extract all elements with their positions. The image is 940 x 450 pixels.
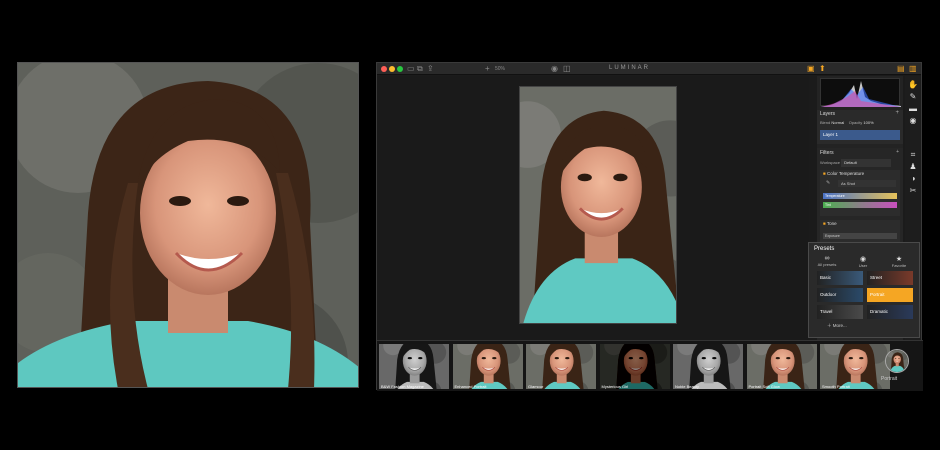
fullscreen-icon[interactable]: ▥	[909, 64, 917, 74]
preset-tile[interactable]: Outdoor	[817, 288, 863, 302]
preset-category-label: User	[858, 263, 868, 268]
presets-popover: Presets ∞ All presets ◉ User ★ Favorite Basic…	[808, 242, 920, 338]
workspace-select[interactable]: Default	[841, 159, 892, 167]
blend-row[interactable]: Blend Normal Opacity 100%	[820, 119, 900, 127]
preset-thumbnail[interactable]: Portrait Soft Glow	[746, 344, 817, 389]
color-temperature-title[interactable]: ■ Color Temperature	[823, 171, 864, 176]
brush-tool-icon[interactable]: ✎	[908, 92, 918, 102]
exposure-slider[interactable]: Exposure	[823, 233, 897, 239]
image-icon[interactable]: ▣	[807, 64, 815, 74]
copy-icon[interactable]: ⧉	[417, 64, 423, 74]
layer-row[interactable]: Layer 1	[820, 130, 900, 140]
add-filter-icon[interactable]: +	[896, 149, 899, 155]
share-icon[interactable]: ⇪	[427, 64, 434, 74]
crop-tool-icon[interactable]: ⌗	[908, 150, 918, 160]
preset-category-label: All presets	[817, 262, 837, 267]
preset-category-label: Favorite	[891, 263, 907, 268]
thumbnail-label: Glamour	[528, 384, 544, 389]
folder-icon[interactable]: ▭	[407, 64, 415, 74]
preset-thumbnail[interactable]: Noble Beauty	[673, 344, 743, 389]
preset-tile[interactable]: Travel	[817, 305, 863, 319]
infinity-icon: ∞	[824, 255, 830, 262]
luminar-window: ▭ ⧉ ⇪ + 50% ◉ ◫ LUMINAR ▣ ⬆ ▤ ▥ Layers +	[376, 62, 923, 391]
erase-tool-icon[interactable]: ◑	[908, 174, 918, 184]
user-icon: ◉	[859, 256, 867, 263]
image-canvas[interactable]	[377, 76, 809, 340]
app-title: LUMINAR	[609, 65, 651, 71]
thumbnail-label: Noble Beauty	[675, 384, 700, 389]
blend-label: Blend	[820, 120, 831, 125]
thumbnail-label: Mysterious Girl	[601, 384, 629, 389]
thumbnail-label: Portrait Soft Glow	[748, 384, 780, 389]
title-bar: ▭ ⧉ ⇪ + 50% ◉ ◫ LUMINAR ▣ ⬆ ▤ ▥	[377, 63, 921, 75]
before-photo	[17, 62, 359, 388]
maximize-button[interactable]	[397, 66, 403, 72]
temperature-slider[interactable]: Temperature	[823, 193, 897, 199]
presets-filmstrip: B&W Fashion Magazine Enhanced Portrait Gla…	[377, 340, 923, 391]
preset-category-1[interactable]: ◉ User	[849, 255, 877, 268]
color-temperature-filter: ■ Color Temperature ✎ As Shot Temperatur…	[820, 170, 900, 216]
export-icon[interactable]: ⬆	[819, 64, 826, 74]
preset-thumbnail[interactable]: Mysterious Girl	[599, 344, 670, 389]
radial-tool-icon[interactable]: ◉	[908, 116, 918, 126]
portrait-category-avatar[interactable]	[885, 349, 909, 373]
eye-icon[interactable]: ◉	[551, 64, 558, 74]
preset-thumbnail[interactable]: Enhanced Portrait	[452, 344, 523, 389]
zoom-level[interactable]: 50%	[495, 64, 505, 74]
preset-thumbnail[interactable]: Glamour	[526, 344, 596, 389]
layer-name: Layer 1	[823, 132, 839, 137]
gradient-tool-icon[interactable]: ▬	[908, 104, 918, 114]
thumbnail-label: Smooth Portrait	[822, 384, 850, 389]
preset-tile[interactable]: Basic	[817, 271, 863, 285]
filters-tool-icon[interactable]: ✋	[908, 80, 918, 90]
opacity-value[interactable]: 100%	[863, 120, 873, 125]
layers-section: Layers + Blend Normal Opacity 100% Layer…	[817, 110, 903, 144]
preset-tile[interactable]: Street	[867, 271, 913, 285]
tone-filter: ■ Tone Exposure	[820, 220, 900, 242]
workspace-label: Workspace	[820, 160, 840, 165]
more-presets-button[interactable]: ＋ More...	[827, 323, 847, 329]
preset-thumbnail[interactable]: Smooth Portrait	[820, 344, 890, 389]
preset-tile[interactable]: Dramatic	[867, 305, 913, 319]
compare-icon[interactable]: ◫	[563, 64, 571, 74]
tint-slider[interactable]: Tint	[823, 202, 897, 208]
minimize-button[interactable]	[389, 66, 395, 72]
blend-value[interactable]: Normal	[831, 120, 844, 125]
add-layer-icon[interactable]: +	[895, 110, 899, 116]
category-label[interactable]: Portrait	[881, 376, 897, 382]
workspace-row[interactable]: Workspace Default	[820, 159, 900, 167]
histogram	[820, 78, 901, 107]
star-icon: ★	[895, 256, 903, 263]
clone-tool-icon[interactable]: ♟	[908, 162, 918, 172]
panel-toggle-icon[interactable]: ▤	[897, 64, 905, 74]
preset-tile[interactable]: Portrait	[867, 288, 913, 302]
edited-photo[interactable]	[519, 86, 677, 324]
preset-category-2[interactable]: ★ Favorite	[885, 255, 913, 268]
preset-category-0[interactable]: ∞ All presets	[813, 255, 841, 267]
transform-tool-icon[interactable]: ✂	[908, 186, 918, 196]
white-balance-select[interactable]: As Shot	[838, 180, 896, 187]
layers-title: Layers	[820, 111, 836, 117]
zoom-plus-icon[interactable]: +	[485, 64, 490, 74]
thumbnail-label: B&W Fashion Magazine	[381, 384, 424, 389]
opacity-label: Opacity	[848, 120, 863, 125]
eyedropper-icon[interactable]: ✎	[826, 180, 830, 186]
thumbnail-label: Enhanced Portrait	[454, 384, 487, 389]
close-button[interactable]	[381, 66, 387, 72]
preset-thumbnail[interactable]: B&W Fashion Magazine	[379, 344, 449, 389]
filters-title: Filters	[820, 150, 834, 156]
presets-title: Presets	[814, 246, 835, 252]
tone-title[interactable]: ■ Tone	[823, 221, 837, 226]
